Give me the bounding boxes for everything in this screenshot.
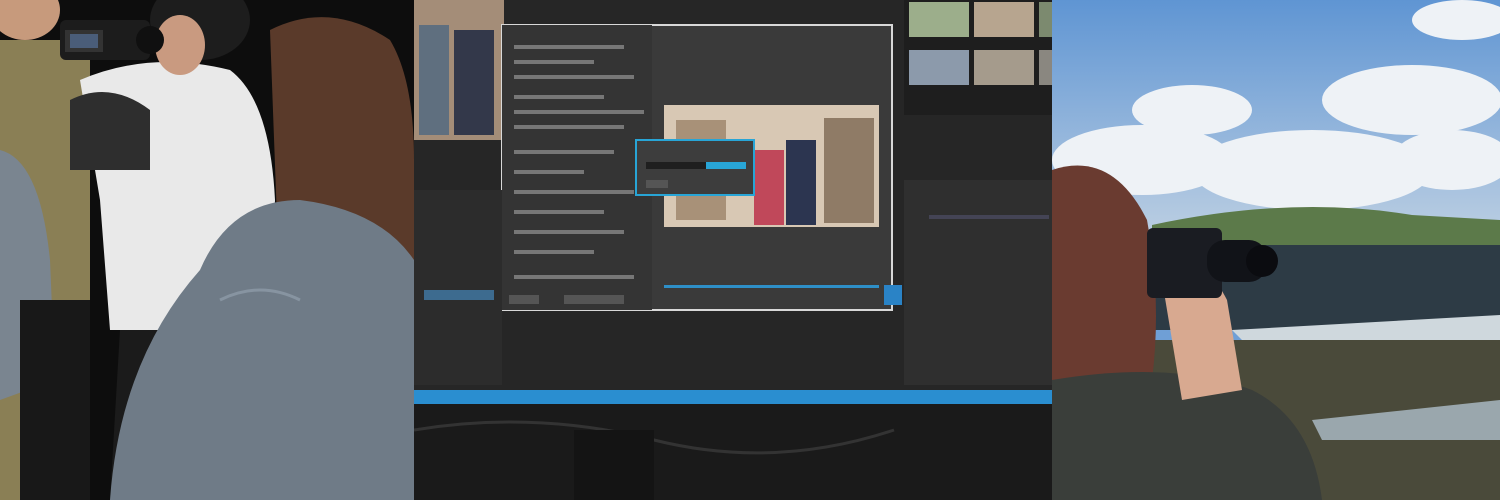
taskbar	[414, 390, 1052, 404]
video-camera-icon	[60, 20, 164, 60]
studio-filming-illustration	[0, 0, 414, 500]
landscape-illustration	[1052, 0, 1500, 500]
encoding-progress-dialog	[635, 139, 755, 196]
timeline-slider	[664, 285, 879, 288]
encoding-progress-bar	[706, 162, 746, 169]
video-editing-photo	[414, 0, 1052, 500]
studio-filming-photo	[0, 0, 414, 500]
timeline-panel	[414, 190, 502, 385]
tools-panel	[904, 180, 1052, 385]
landscape-photography-photo	[1052, 0, 1500, 500]
monitor-icon	[414, 0, 1052, 500]
photo-collage	[0, 0, 1500, 500]
